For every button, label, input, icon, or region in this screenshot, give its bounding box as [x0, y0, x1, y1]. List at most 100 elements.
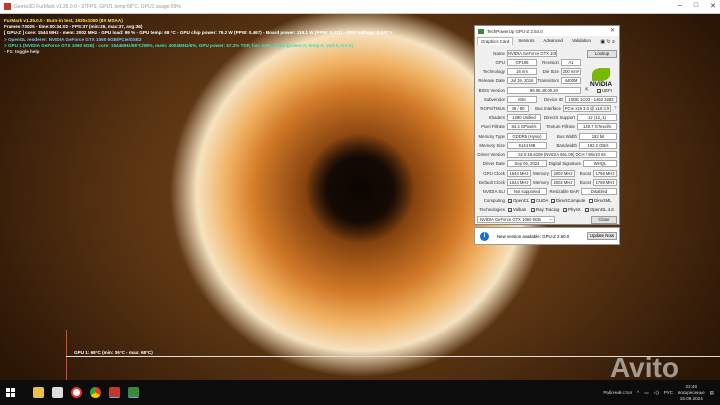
gpu-select-dropdown[interactable]: NVIDIA GeForce GTX 1060 6GB [477, 216, 555, 223]
furmark-app-icon [4, 3, 11, 10]
label-revision: Revision [542, 60, 559, 65]
directcompute-checkbox: ✓ DirectCompute [551, 198, 586, 204]
field-boost: 1759 MHz [593, 170, 617, 177]
opengl-checkbox: ✓ OpenGL 4.6 [585, 207, 614, 213]
clock[interactable]: 22:46 воскресенье 15.09.2024 [678, 384, 705, 402]
gpuz-app-icon [478, 28, 484, 34]
label-shaders: Shaders [488, 115, 505, 120]
tab-sensors[interactable]: Sensors [514, 36, 538, 45]
volume-icon[interactable]: ◁) [654, 390, 659, 396]
field-gpu-clock: 1544 MHz [507, 170, 531, 177]
gpuz-close-icon[interactable]: ✕ [610, 27, 615, 34]
taskbar: Рабочий стол ^ ▭ ◁) РУС 22:46 воскресенье… [0, 380, 720, 405]
field-bandwidth: 192.2 GB/s [579, 142, 617, 149]
refresh-icon[interactable]: ↻ [606, 39, 610, 45]
field-default-memory: 2002 MHz [551, 179, 575, 186]
cuda-checkbox: ✓ CUDA [531, 198, 549, 204]
field-driver-date: Sep 05, 2024 [507, 160, 547, 167]
label-gpu: GPU [495, 60, 505, 65]
field-default-boost: 1759 MHz [593, 179, 617, 186]
field-memory-clock: 2002 MHz [551, 170, 575, 177]
menu-icon[interactable]: ≡ [612, 39, 615, 45]
lookup-button[interactable]: Lookup [587, 50, 617, 58]
physx-checkbox: ✓ PhysX [563, 207, 581, 213]
label-driver-date: Driver Date [482, 161, 505, 166]
window-titlebar: Geeks3D FurMark v1.35.0.0 - 37FPS, GPU1 … [0, 0, 720, 14]
field-rops: 48 / 80 [507, 105, 529, 112]
update-notification: i New version available: GPU-Z 2.60.0 Up… [474, 227, 620, 245]
label-rops: ROPs/TMUs [480, 106, 505, 111]
hud-line: - F1: toggle help [4, 49, 40, 55]
field-technology: 16 nm [507, 68, 537, 75]
field-default-clock: 1544 MHz [507, 179, 531, 186]
field-resizable-bar: Disabled [581, 188, 617, 195]
yandex-browser-icon[interactable] [71, 387, 82, 398]
close-gpuz-button[interactable]: Close [591, 216, 617, 224]
field-die-size: 200 mm² [561, 68, 581, 75]
update-now-button[interactable]: Update Now [587, 232, 617, 240]
minimize-button[interactable]: – [678, 2, 682, 10]
label-driver-version: Driver Version [477, 152, 505, 157]
language-indicator[interactable]: РУС [664, 390, 673, 395]
field-memory-type: GDDR5 (Hynix) [507, 133, 547, 140]
gpuz-taskbar-icon[interactable] [128, 387, 139, 398]
field-device-id: 10DE 1C03 - 1462 3283 [565, 96, 617, 103]
chrome-icon[interactable] [90, 387, 101, 398]
hud-line: > GPU 1 (NVIDIA GeForce GTX 1060 6GB) - … [4, 42, 353, 48]
gpuz-title: TechPowerUp GPU-Z 2.54.0 [487, 28, 543, 34]
label-die-size: Die Size [542, 69, 559, 74]
label-bus-width: Bus Width [556, 134, 577, 139]
camera-icon[interactable]: ▣ [600, 39, 605, 45]
network-icon[interactable]: ▭ [644, 390, 648, 396]
field-bus-width: 192 bit [579, 133, 617, 140]
label-resizable-bar: Resizable BAR [549, 189, 579, 194]
field-pixel-fillrate: 84.4 GPixel/s [507, 123, 541, 130]
tab-validation[interactable]: Validation [568, 36, 595, 45]
tab-graphics-card[interactable]: Graphics Card [477, 37, 514, 45]
label-default-boost: Boost [579, 180, 591, 185]
furmark-hud: FurMark v1.35.0.0 - Burn-in test, 1920x1… [4, 18, 392, 55]
opencl-checkbox: ✓ OpenCL [508, 198, 530, 204]
label-memory-clock: Memory [533, 171, 549, 176]
field-transistors: 4400M [561, 77, 581, 84]
label-release-date: Release Date [478, 78, 505, 83]
field-bios: 86.06.45.00.20 [507, 87, 581, 94]
tray-chevron-icon[interactable]: ^ [637, 390, 639, 395]
maximize-button[interactable]: □ [694, 2, 698, 10]
notifications-icon[interactable]: ▤ [710, 390, 714, 396]
label-technology: Technology [482, 69, 505, 74]
start-button[interactable] [6, 388, 15, 397]
chevron-down-icon: ⌄ [549, 216, 553, 221]
vulkan-checkbox: ✓ Vulkan [508, 207, 527, 213]
label-bandwidth: Bandwidth [556, 143, 577, 148]
hud-line: [ GPU-Z ] core: 1544 MHz - mem: 2002 MHz… [4, 30, 393, 36]
field-memory-size: 6144 MB [507, 142, 547, 149]
label-subvendor: Subvendor [483, 97, 505, 102]
desktop-toolbar[interactable]: Рабочий стол [603, 390, 632, 395]
label-boost: Boost [579, 171, 591, 176]
file-explorer-icon[interactable] [33, 387, 44, 398]
field-name: NVIDIA GeForce GTX 1060 6GB [507, 50, 557, 57]
label-memory-type: Memory Type [478, 134, 505, 139]
share-icon[interactable]: ⇱ [585, 87, 589, 93]
store-icon[interactable] [52, 387, 63, 398]
gpuz-window: TechPowerUp GPU-Z 2.54.0 ✕ Graphics Card … [474, 25, 620, 225]
furmark-taskbar-icon[interactable] [109, 387, 120, 398]
field-subvendor: MSI [507, 96, 537, 103]
label-bios: BIOS Version [478, 88, 505, 93]
tab-advanced[interactable]: Advanced [539, 36, 567, 45]
field-gpu: GP106 [507, 59, 537, 66]
graph-label: GPU 1: 68°C (min: 36°C - max: 68°C) [74, 350, 153, 355]
label-bus: Bus Interface [535, 106, 561, 111]
uefi-checkbox: ✓ UEFI [597, 88, 613, 94]
label-gpu-clock: GPU Clock [483, 171, 505, 176]
label-transistors: Transistors [537, 78, 559, 83]
label-memory-size: Memory Size [479, 143, 505, 148]
update-text: New version available: GPU-Z 2.60.0 [497, 234, 570, 239]
label-name: Name [493, 51, 505, 56]
close-button[interactable]: ✕ [710, 2, 716, 10]
window-title: Geeks3D FurMark v1.35.0.0 - 37FPS, GPU1 … [14, 3, 181, 10]
directml-checkbox: DirectML [589, 197, 612, 204]
field-release-date: Jul 19, 2016 [507, 77, 537, 84]
help-icon[interactable]: ? [614, 105, 616, 110]
